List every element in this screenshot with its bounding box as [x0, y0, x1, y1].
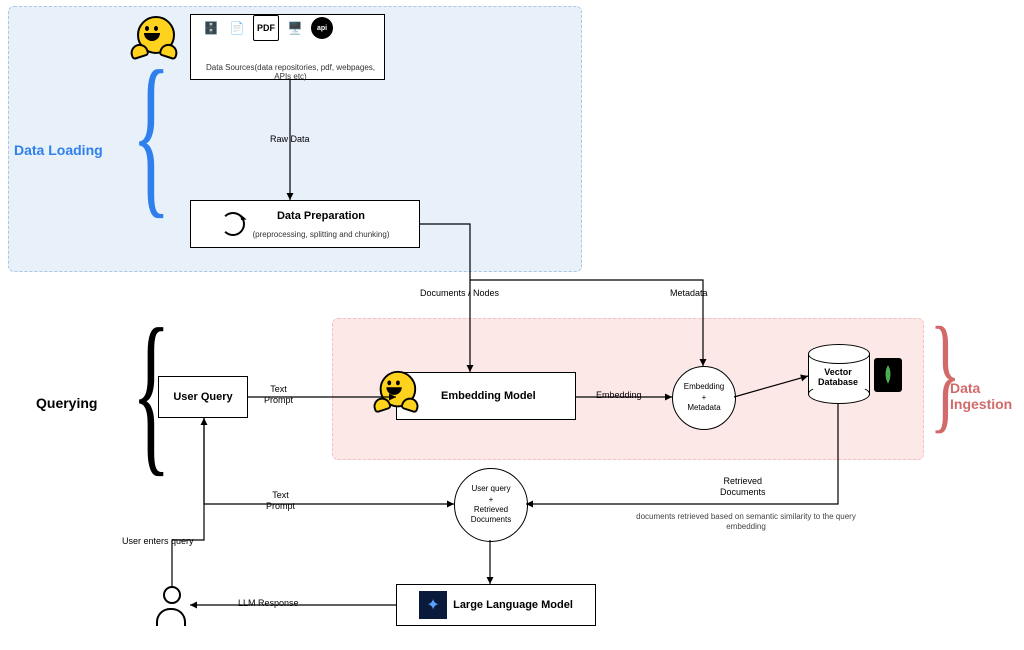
- edge-text-prompt-2: Text Prompt: [266, 490, 295, 513]
- user-query-title: User Query: [173, 391, 232, 403]
- mongodb-leaf-icon: [874, 358, 902, 392]
- qbundle-l1: User query: [471, 484, 510, 494]
- refresh-icon: [221, 212, 245, 236]
- edge-llm-response: LLM Response: [238, 598, 299, 609]
- node-user-query: User Query: [158, 376, 248, 418]
- pdf-icon: PDF: [253, 15, 279, 41]
- qbundle-l3: Retrieved: [474, 505, 508, 515]
- emb-meta-l2: +: [702, 393, 707, 403]
- section-label-data-ingestion: Data Ingestion: [950, 380, 1024, 412]
- edge-raw-data: Raw Data: [270, 134, 310, 145]
- edge-retrieved-note: documents retrieved based on semantic si…: [636, 512, 856, 533]
- node-vector-database: VectorDatabase: [808, 344, 868, 404]
- brace-data-ingestion: }: [930, 308, 961, 438]
- data-preparation-subtitle: (preprocessing, splitting and chunking): [253, 230, 390, 239]
- diagram-canvas: { Data Loading } Data Ingestion { Queryi…: [0, 0, 1024, 650]
- edge-embedding: Embedding: [596, 390, 642, 401]
- data-sources-icon-row: 🗄️ 📄 PDF 🖥️ api: [201, 15, 333, 41]
- embedding-model-title: Embedding Model: [441, 390, 536, 402]
- llm-star-icon: ✦: [419, 591, 447, 619]
- user-icon: [156, 586, 186, 626]
- edge-documents-nodes: Documents / Nodes: [420, 288, 499, 299]
- edge-text-prompt-1: Text Prompt: [264, 384, 293, 407]
- webpage-icon: 🖥️: [285, 17, 305, 39]
- vector-db-title: VectorDatabase: [808, 368, 868, 388]
- emb-meta-l3: Metadata: [687, 403, 720, 413]
- node-data-preparation: Data Preparation (preprocessing, splitti…: [190, 200, 420, 248]
- node-data-sources: 🗄️ 📄 PDF 🖥️ api Data Sources(data reposi…: [190, 14, 385, 80]
- qbundle-l2: +: [489, 495, 494, 505]
- emb-meta-l1: Embedding: [684, 382, 724, 392]
- node-llm: ✦ Large Language Model: [396, 584, 596, 626]
- edge-user-enters-query: User enters query: [122, 536, 194, 547]
- node-embedding-model: Embedding Model: [396, 372, 576, 420]
- edge-metadata: Metadata: [670, 288, 708, 299]
- data-sources-caption: Data Sources(data repositories, pdf, web…: [195, 63, 380, 81]
- node-query-docs-bundle: User query + Retrieved Documents: [454, 468, 528, 542]
- qbundle-l4: Documents: [471, 515, 511, 525]
- section-label-data-loading: Data Loading: [14, 142, 103, 158]
- huggingface-logo-top: [132, 16, 176, 60]
- node-embedding-metadata: Embedding + Metadata: [672, 366, 736, 430]
- brace-data-loading: {: [132, 44, 171, 224]
- edge-retrieved-documents: Retrieved Documents: [720, 476, 766, 499]
- api-icon: api: [311, 17, 333, 39]
- document-icon: 📄: [227, 17, 247, 39]
- llm-title: Large Language Model: [453, 599, 573, 611]
- huggingface-logo-embed: [375, 371, 417, 413]
- database-icon: 🗄️: [201, 17, 221, 39]
- data-preparation-title: Data Preparation: [277, 210, 365, 222]
- section-label-querying: Querying: [36, 395, 97, 411]
